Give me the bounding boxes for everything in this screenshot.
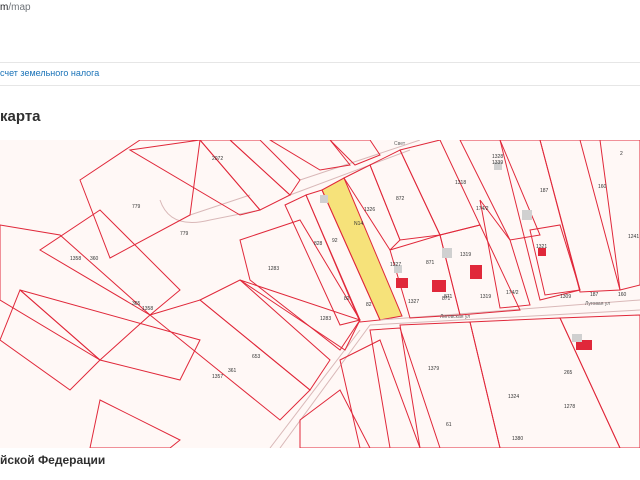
svg-text:1241: 1241 — [628, 234, 639, 240]
svg-text:1319: 1319 — [460, 252, 471, 258]
cadastral-map[interactable]: 779 779 2072 1358 360 1358 365 1357 361 … — [0, 140, 640, 448]
svg-text:Свет: Свет — [394, 141, 406, 147]
svg-text:82: 82 — [366, 302, 372, 308]
svg-text:779: 779 — [132, 204, 141, 210]
section-title: карта — [0, 108, 41, 125]
svg-text:653: 653 — [252, 354, 261, 360]
svg-text:160: 160 — [618, 292, 627, 298]
svg-text:174/2: 174/2 — [476, 206, 489, 212]
svg-text:N14: N14 — [354, 221, 363, 227]
parcel-outlines — [0, 140, 640, 448]
highlighted-parcel[interactable] — [321, 177, 403, 321]
svg-text:160: 160 — [598, 184, 607, 190]
svg-text:871: 871 — [444, 294, 453, 300]
svg-text:1327: 1327 — [408, 299, 419, 305]
svg-text:2: 2 — [620, 151, 623, 157]
svg-text:872: 872 — [396, 196, 405, 202]
svg-text:1358: 1358 — [70, 256, 81, 262]
svg-text:Лиговская ул: Лиговская ул — [440, 314, 470, 320]
svg-text:1357: 1357 — [212, 374, 223, 380]
url-text[interactable]: m/map — [0, 2, 31, 13]
svg-text:1309: 1309 — [560, 294, 571, 300]
svg-text:1327: 1327 — [390, 262, 401, 268]
svg-text:187: 187 — [540, 188, 549, 194]
svg-text:1324: 1324 — [508, 394, 519, 400]
svg-text:871: 871 — [426, 260, 435, 266]
map-canvas: 779 779 2072 1358 360 1358 365 1357 361 … — [0, 140, 640, 448]
svg-text:828: 828 — [314, 241, 323, 247]
svg-text:187: 187 — [590, 292, 599, 298]
svg-text:1380: 1380 — [512, 436, 523, 442]
address-bar[interactable]: m/map — [0, 0, 640, 22]
footer-heading: йской Федерации — [0, 453, 106, 467]
svg-text:1278: 1278 — [564, 404, 575, 410]
svg-text:2072: 2072 — [212, 156, 223, 162]
svg-text:265: 265 — [564, 370, 573, 376]
svg-text:1283: 1283 — [320, 316, 331, 322]
svg-text:92: 92 — [332, 238, 338, 244]
svg-text:1283: 1283 — [268, 266, 279, 272]
svg-text:1318: 1318 — [455, 180, 466, 186]
svg-text:365: 365 — [132, 301, 141, 307]
svg-text:82: 82 — [344, 296, 350, 302]
street-labels: Лиговская ул Луговая ул Свет — [394, 141, 610, 320]
svg-text:61: 61 — [446, 422, 452, 428]
land-tax-link[interactable]: счет земельного налога — [0, 68, 99, 78]
svg-text:Луговая ул: Луговая ул — [585, 301, 610, 307]
svg-text:1339: 1339 — [492, 160, 503, 166]
svg-text:1319: 1319 — [480, 294, 491, 300]
svg-text:1321: 1321 — [536, 244, 547, 250]
svg-text:174/2: 174/2 — [506, 290, 519, 296]
svg-text:1358: 1358 — [142, 306, 153, 312]
svg-text:1326: 1326 — [364, 207, 375, 213]
svg-text:779: 779 — [180, 231, 189, 237]
svg-text:361: 361 — [228, 368, 237, 374]
svg-text:360: 360 — [90, 256, 99, 262]
site-header — [0, 22, 640, 63]
svg-text:1379: 1379 — [428, 366, 439, 372]
